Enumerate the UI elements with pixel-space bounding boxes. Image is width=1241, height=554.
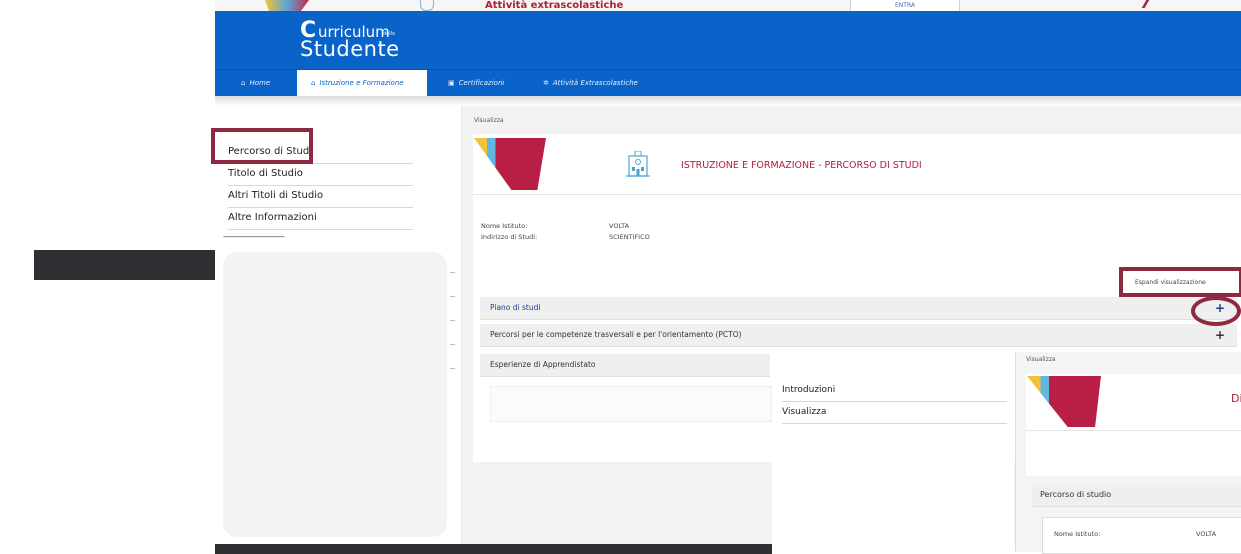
accordion-piano-studi[interactable]: Piano di studi +: [480, 297, 1237, 320]
app-header: C urriculum dello Studente: [215, 11, 1241, 69]
activities-icon: [420, 0, 434, 11]
apprendistato-content: [490, 386, 772, 422]
accordion-title: Esperienze di Apprendistato: [490, 360, 596, 369]
certificate-icon: ▣: [448, 79, 455, 87]
highlight-circle-plus: [1191, 296, 1241, 326]
card-divider: [473, 194, 1241, 195]
overlay-section-title: Percorso di studio: [1040, 490, 1112, 499]
plus-icon[interactable]: +: [1215, 326, 1225, 344]
page-title: ISTRUZIONE E FORMAZIONE - PERCORSO DI ST…: [681, 160, 922, 171]
overlay-row-value: VOLTA: [1196, 530, 1217, 538]
school-building-icon: [626, 151, 650, 177]
nav-istruzione[interactable]: ⌂ Istruzione e Formazione: [297, 70, 427, 97]
field-label-istituto: Nome Istituto:: [481, 222, 528, 230]
background-dark-strip: [34, 250, 224, 280]
nav-shadow: [215, 96, 1241, 106]
accordion-pcto[interactable]: Percorsi per le competenze trasversali e…: [480, 324, 1237, 347]
menu-item-visualizza[interactable]: Visualizza: [782, 401, 1007, 424]
overlay-breadcrumb: Visualizza: [1026, 356, 1056, 363]
brand-word-studente: Studente: [300, 37, 400, 61]
arrow-icon: [1129, 0, 1150, 8]
menu-item-introduzioni[interactable]: Introduzioni: [782, 379, 1007, 402]
breadcrumb: Visualizza: [474, 117, 504, 124]
field-value-indirizzo: SCIENTIFICO: [609, 233, 650, 241]
accordion-title: Percorsi per le competenze trasversali e…: [490, 330, 742, 339]
field-label-indirizzo: Indirizzo di Studi:: [481, 233, 538, 241]
home-icon: ⌂: [241, 79, 246, 87]
sidebar-item-titolo[interactable]: Titolo di Studio: [228, 163, 413, 186]
school-icon: ⌂: [311, 79, 316, 87]
sidebar-item-altri-titoli[interactable]: Altri Titoli di Studio: [228, 185, 413, 208]
highlight-box-percorso: [211, 128, 313, 164]
nav-attivita[interactable]: ✲ Attività Extrascolastiche: [543, 70, 638, 97]
main-nav: ⌂ Home ⌂ Istruzione e Formazione ▣ Certific…: [215, 69, 1241, 97]
field-value-istituto: VOLTA: [609, 222, 630, 230]
overlay-card-divider: [1026, 430, 1241, 431]
accordion-title: Piano di studi: [490, 303, 541, 312]
accordion-apprendistato[interactable]: Esperienze di Apprendistato: [480, 354, 770, 377]
overlay-title-fragment: Di: [1231, 392, 1241, 405]
highlight-box-expand: [1119, 267, 1241, 297]
nav-certificazioni[interactable]: ▣ Certificazioni: [448, 70, 504, 97]
overlay-section-percorso[interactable]: Percorso di studio: [1032, 484, 1241, 507]
nav-home[interactable]: ⌂ Home: [241, 70, 270, 97]
sidebar-item-altre-info[interactable]: Altre Informazioni: [228, 207, 413, 230]
sidebar-panel: [223, 252, 455, 537]
bottom-dark-strip: [215, 544, 772, 554]
sidebar-separator: ----------------------------------------: [223, 233, 285, 241]
overlay-row-label: Nome Istituto:: [1054, 530, 1101, 538]
gear-icon: ✲: [543, 79, 549, 87]
